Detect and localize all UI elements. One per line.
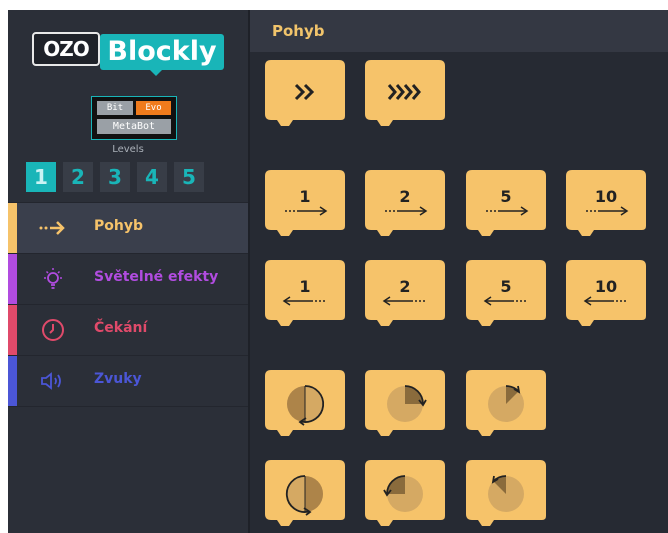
- ozo-logo: OZO: [32, 32, 100, 66]
- backward-arrow-icon: [483, 296, 526, 306]
- page-title: Pohyb: [272, 22, 325, 40]
- speed-fast-block[interactable]: [265, 60, 345, 126]
- level-3-button[interactable]: 3: [100, 162, 130, 192]
- forward-arrow-icon: [486, 206, 529, 216]
- app-logo: OZO Blockly: [32, 28, 226, 78]
- speed-very-fast-block[interactable]: [365, 60, 445, 126]
- distance-label: 10: [594, 277, 618, 296]
- lightbulb-icon: [44, 268, 62, 289]
- turn-left-block[interactable]: [265, 460, 345, 526]
- rotate-quarter-ccw-icon: [383, 475, 423, 512]
- distance-label: 2: [399, 277, 411, 296]
- category-color-bar: [8, 356, 17, 406]
- backward-arrow-icon: [382, 296, 425, 306]
- distance-label: 5: [500, 187, 512, 206]
- arrow-right-icon: [39, 221, 65, 235]
- backward-block[interactable]: 2: [365, 260, 445, 326]
- turn-left-block[interactable]: [365, 460, 445, 526]
- category-pohyb[interactable]: Pohyb: [8, 202, 248, 253]
- levels-label: Levels: [112, 144, 144, 155]
- category-bottom-divider: [8, 406, 248, 407]
- distance-label: 2: [399, 187, 411, 206]
- sidebar: OZO Blockly Bit Evo MetaBot Levels 1 2 3…: [8, 10, 248, 533]
- backward-arrow-icon: [282, 296, 325, 306]
- forward-block[interactable]: 5: [466, 170, 546, 236]
- level-5-button[interactable]: 5: [174, 162, 204, 192]
- rotate-full-ccw-icon: [285, 475, 323, 516]
- forward-block[interactable]: 2: [365, 170, 445, 236]
- rotate-quarter-cw-icon: [387, 385, 427, 422]
- robot-metabot[interactable]: MetaBot: [97, 119, 171, 134]
- block-palette: Pohyb 1 2 5 10 1 2 5 10: [250, 10, 668, 533]
- category-label: Pohyb: [94, 218, 143, 234]
- backward-block[interactable]: 10: [566, 260, 646, 326]
- category-label: Čekání: [94, 320, 148, 336]
- turn-right-block[interactable]: [466, 370, 546, 436]
- robot-selector[interactable]: Bit Evo MetaBot: [91, 96, 177, 140]
- distance-label: 1: [299, 187, 311, 206]
- speaker-icon: [41, 372, 61, 390]
- palette-header: Pohyb: [250, 10, 668, 52]
- category-zvuky[interactable]: Zvuky: [8, 355, 248, 406]
- fast-forward-icon: [294, 83, 315, 101]
- category-label: Zvuky: [94, 371, 142, 387]
- robot-bit[interactable]: Bit: [97, 101, 133, 115]
- turn-right-block[interactable]: [265, 370, 345, 436]
- level-1-button[interactable]: 1: [26, 162, 56, 192]
- distance-label: 1: [299, 277, 311, 296]
- rotate-eighth-ccw-icon: [488, 475, 524, 512]
- app-window: OZO Blockly Bit Evo MetaBot Levels 1 2 3…: [8, 10, 668, 533]
- backward-arrow-icon: [583, 296, 626, 306]
- category-color-bar: [8, 305, 17, 355]
- clock-icon: [42, 319, 64, 341]
- level-2-button[interactable]: 2: [63, 162, 93, 192]
- backward-block[interactable]: 5: [466, 260, 546, 326]
- turn-left-block[interactable]: [466, 460, 546, 526]
- backward-block[interactable]: 1: [265, 260, 345, 326]
- rotate-eighth-cw-icon: [488, 385, 524, 422]
- category-cekani[interactable]: Čekání: [8, 304, 248, 355]
- distance-label: 5: [500, 277, 512, 296]
- forward-block[interactable]: 1: [265, 170, 345, 236]
- forward-arrow-icon: [285, 206, 328, 216]
- turn-right-block[interactable]: [365, 370, 445, 436]
- forward-arrow-icon: [586, 206, 629, 216]
- robot-evo[interactable]: Evo: [136, 101, 171, 115]
- category-color-bar: [8, 254, 17, 304]
- distance-label: 10: [594, 187, 618, 206]
- rotate-full-cw-icon: [287, 385, 325, 426]
- forward-block[interactable]: 10: [566, 170, 646, 236]
- category-svetelne-efekty[interactable]: Světelné efekty: [8, 253, 248, 304]
- forward-arrow-icon: [385, 206, 428, 216]
- logo-tail: [150, 70, 162, 76]
- category-color-bar: [8, 203, 17, 253]
- blockly-logo: Blockly: [100, 34, 224, 70]
- category-label: Světelné efekty: [94, 269, 219, 285]
- very-fast-forward-icon: [387, 84, 421, 100]
- level-4-button[interactable]: 4: [137, 162, 167, 192]
